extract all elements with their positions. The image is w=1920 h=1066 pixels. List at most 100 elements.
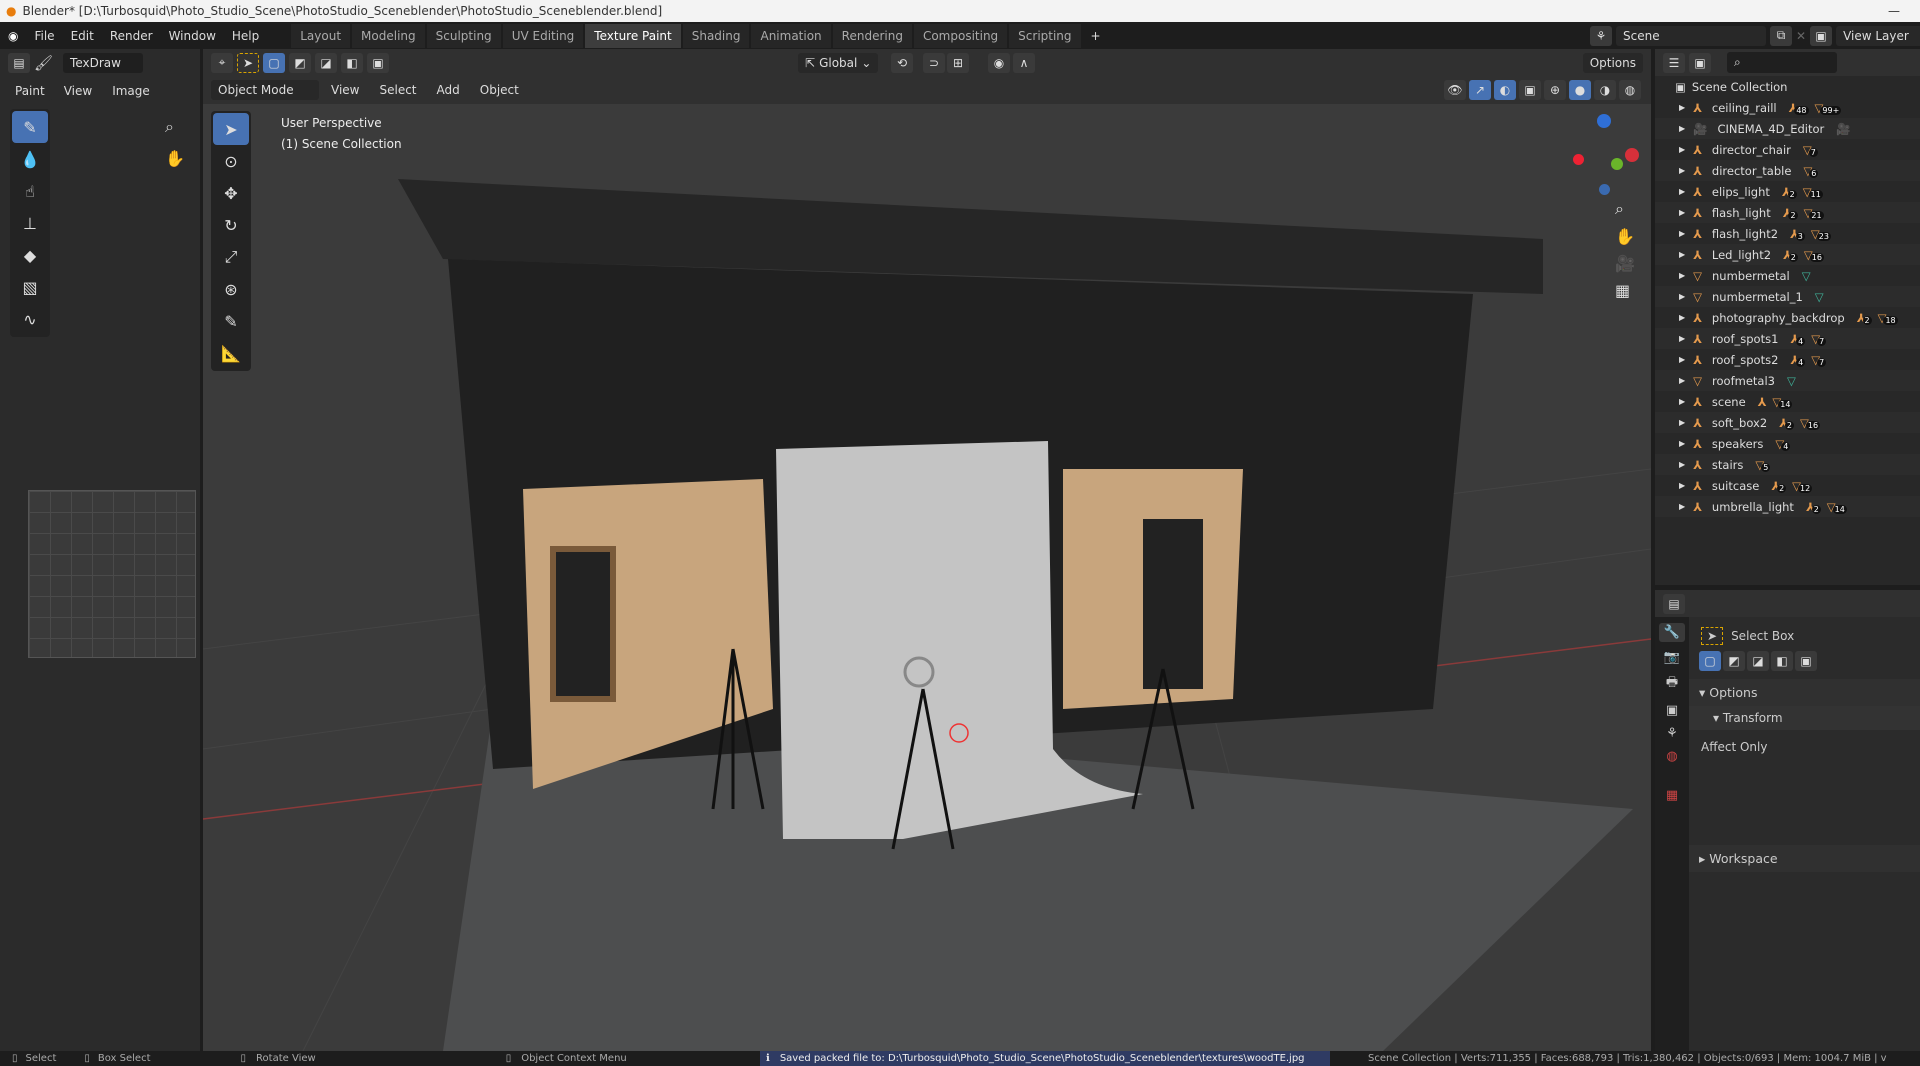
rotate-tool[interactable]: ↻ <box>213 209 249 241</box>
proportional-edit-icon[interactable]: ◉ <box>988 52 1010 73</box>
measure-tool[interactable]: 📐 <box>213 337 249 369</box>
soften-tool[interactable]: 💧 <box>12 143 48 175</box>
outliner-item[interactable]: ▶ ▽ numbermetal_1 ▽ <box>1655 286 1920 307</box>
workspace-panel-header[interactable]: ▸ Workspace <box>1689 845 1920 872</box>
outliner-item[interactable]: ▶ ⅄ Led_light2 ⅄2 ▽16 <box>1655 244 1920 265</box>
child-meshes-badge[interactable]: ▽14 <box>1827 500 1847 514</box>
mode-new-icon[interactable]: ▢ <box>263 52 285 73</box>
visibility-icon[interactable]: 👁 <box>1444 80 1466 100</box>
mode-extend-icon[interactable]: ◩ <box>1723 651 1745 671</box>
draw-brush-tool[interactable]: ✎ <box>12 111 48 143</box>
expand-arrow-icon[interactable]: ▶ <box>1679 271 1685 280</box>
mode-intersect-icon[interactable]: ▣ <box>1795 651 1817 671</box>
child-meshes-badge[interactable]: ▽16 <box>1800 416 1821 430</box>
render-tab-icon[interactable]: 📷 <box>1664 650 1680 665</box>
close-icon[interactable]: ✕ <box>1796 29 1806 43</box>
clone-tool[interactable]: ⊥ <box>12 207 48 239</box>
zoom-icon[interactable]: ⌕ <box>1615 199 1635 219</box>
expand-arrow-icon[interactable]: ▶ <box>1679 460 1685 469</box>
mode-extend-icon[interactable]: ◩ <box>289 52 311 73</box>
outliner-item[interactable]: ▶ ⅄ roof_spots1 ⅄4 ▽7 <box>1655 328 1920 349</box>
expand-arrow-icon[interactable]: ▶ <box>1679 124 1685 133</box>
outliner-item[interactable]: ▶ ⅄ stairs ▽5 <box>1655 454 1920 475</box>
mode-new-icon[interactable]: ▢ <box>1699 651 1721 671</box>
3d-viewport[interactable]: ⌖ ➤ ▢ ◩ ◪ ◧ ▣ ⇱ Global ⌄ ⟲ ⊃ ⊞ ◉ ∧ Optio… <box>203 49 1651 1051</box>
outliner-item[interactable]: ▶ 🎥 CINEMA_4D_Editor 🎥 <box>1655 118 1920 139</box>
output-tab-icon[interactable]: 🖶 <box>1666 673 1678 695</box>
solid-shading-icon[interactable]: ● <box>1569 80 1591 100</box>
outliner-item[interactable]: ▶ ⅄ flash_light ⅄2 ▽21 <box>1655 202 1920 223</box>
snap-target-icon[interactable]: ⊞ <box>947 52 969 73</box>
expand-arrow-icon[interactable]: ▶ <box>1679 355 1685 364</box>
expand-arrow-icon[interactable]: ▶ <box>1679 166 1685 175</box>
outliner-item[interactable]: ▶ ⅄ suitcase ⅄2 ▽12 <box>1655 475 1920 496</box>
outliner-item[interactable]: ▶ ⅄ elips_light ⅄2 ▽11 <box>1655 181 1920 202</box>
child-empties-badge[interactable]: ⅄2 <box>1857 311 1872 325</box>
pan-hand-icon[interactable]: ✋ <box>1615 227 1635 246</box>
navigation-gizmo[interactable] <box>1563 114 1643 195</box>
child-empties-badge[interactable]: ⅄ <box>1758 395 1767 409</box>
outliner-item[interactable]: ▶ ⅄ scene ⅄ ▽14 <box>1655 391 1920 412</box>
options-dropdown[interactable]: Options <box>1582 52 1643 73</box>
child-meshes-badge[interactable]: ▽18 <box>1878 311 1898 325</box>
menu-file[interactable]: File <box>26 29 62 43</box>
menu-select[interactable]: Select <box>371 83 424 97</box>
cursor-tool[interactable]: ⊙ <box>213 145 249 177</box>
falloff-icon[interactable]: ∧ <box>1013 52 1035 73</box>
gizmo-icon[interactable]: ↗ <box>1469 80 1491 100</box>
xray-icon[interactable]: ▣ <box>1519 80 1541 100</box>
child-meshes-badge[interactable]: ▽7 <box>1811 332 1827 346</box>
expand-arrow-icon[interactable]: ▶ <box>1679 418 1685 427</box>
add-workspace-button[interactable]: + <box>1083 29 1109 43</box>
tab-rendering[interactable]: Rendering <box>832 23 912 48</box>
child-meshes-badge[interactable]: ▽4 <box>1775 437 1791 451</box>
scene-tab-icon[interactable]: ⚘ <box>1666 726 1678 741</box>
zoom-icon[interactable]: ⌕ <box>165 117 174 137</box>
texture-tab-icon[interactable]: ▦ <box>1666 788 1678 803</box>
expand-arrow-icon[interactable]: ▶ <box>1679 208 1685 217</box>
outliner-item[interactable]: ▶ ⅄ umbrella_light ⅄2 ▽14 <box>1655 496 1920 517</box>
tab-layout[interactable]: Layout <box>291 23 351 48</box>
pan-hand-icon[interactable]: ✋ <box>165 149 185 168</box>
view-layer-tab-icon[interactable]: ▣ <box>1666 703 1678 718</box>
child-meshes-badge[interactable]: ▽7 <box>1803 143 1818 157</box>
camera-view-icon[interactable]: 🎥 <box>1615 254 1635 273</box>
expand-arrow-icon[interactable]: ▶ <box>1679 502 1685 511</box>
child-meshes-badge[interactable]: ▽23 <box>1811 227 1831 241</box>
world-tab-icon[interactable]: ◍ <box>1666 749 1677 764</box>
tab-animation[interactable]: Animation <box>751 23 831 48</box>
child-meshes-badge[interactable]: ▽21 <box>1804 206 1824 220</box>
child-meshes-badge[interactable]: ▽11 <box>1803 185 1823 199</box>
tab-scripting[interactable]: Scripting <box>1009 23 1081 48</box>
editor-type-icon[interactable]: ▤ <box>1663 593 1685 614</box>
child-meshes-badge[interactable]: ▽7 <box>1811 353 1827 367</box>
options-panel-header[interactable]: ▾ Options <box>1689 679 1920 706</box>
outliner-item[interactable]: ▶ ⅄ soft_box2 ⅄2 ▽16 <box>1655 412 1920 433</box>
tool-tab-icon[interactable]: 🔧 <box>1658 623 1686 642</box>
menu-image[interactable]: Image <box>104 84 158 98</box>
move-tool[interactable]: ✥ <box>213 177 249 209</box>
select-tool-icon[interactable]: ➤ <box>237 52 259 73</box>
ortho-grid-icon[interactable]: ▦ <box>1615 281 1635 300</box>
child-meshes-badge[interactable]: ▽5 <box>1755 458 1771 472</box>
mesh-data-icon[interactable]: ▽ <box>1802 269 1811 283</box>
outliner-item[interactable]: ▶ ⅄ ceiling_raill ⅄48 ▽99+ <box>1655 97 1920 118</box>
child-meshes-badge[interactable]: ▽14 <box>1772 395 1793 409</box>
camera-data-icon[interactable]: 🎥 <box>1836 122 1850 136</box>
outliner-item[interactable]: ▶ ⅄ roof_spots2 ⅄4 ▽7 <box>1655 349 1920 370</box>
child-meshes-badge[interactable]: ▽6 <box>1803 164 1819 178</box>
scene-icon[interactable]: ⚘ <box>1590 25 1612 46</box>
tab-texture-paint[interactable]: Texture Paint <box>585 23 681 48</box>
display-mode-icon[interactable]: ☰ <box>1663 52 1685 73</box>
overlay-icon[interactable]: ◐ <box>1494 80 1516 100</box>
expand-arrow-icon[interactable]: ▶ <box>1679 103 1685 112</box>
child-empties-badge[interactable]: ⅄4 <box>1790 332 1806 346</box>
transform-tool[interactable]: ⊛ <box>213 273 249 305</box>
tab-uv-editing[interactable]: UV Editing <box>502 23 584 48</box>
menu-help[interactable]: Help <box>224 29 267 43</box>
menu-window[interactable]: Window <box>161 29 224 43</box>
child-meshes-badge[interactable]: ▽99+ <box>1815 101 1842 115</box>
child-empties-badge[interactable]: ⅄2 <box>1783 248 1798 262</box>
smear-tool[interactable]: ☝ <box>12 175 48 207</box>
expand-arrow-icon[interactable]: ▶ <box>1679 481 1685 490</box>
